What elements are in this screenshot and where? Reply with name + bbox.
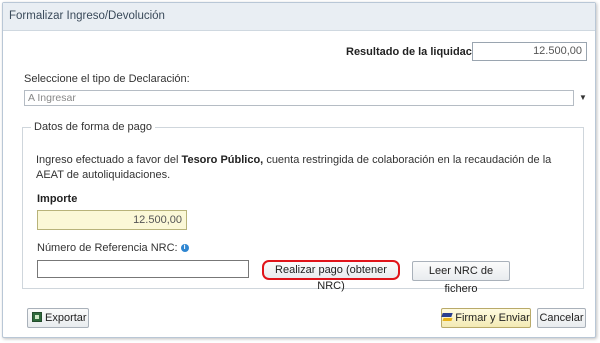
firmar-label: Firmar y Enviar (455, 312, 530, 324)
sign-icon (442, 312, 452, 322)
declaracion-select[interactable]: A Ingresar ▼ (24, 90, 587, 106)
declaracion-label: Seleccione el tipo de Declaración: (24, 73, 190, 85)
firmar-enviar-button[interactable]: Firmar y Enviar (441, 308, 531, 328)
dialog-title: Formalizar Ingreso/Devolución (9, 10, 165, 22)
cancelar-button[interactable]: Cancelar (537, 308, 586, 328)
declaracion-selected-value: A Ingresar (28, 92, 76, 104)
nrc-label-text: Número de Referencia NRC: (37, 242, 178, 254)
info-icon[interactable]: i (180, 244, 189, 253)
datos-pago-legend: Datos de forma de pago (34, 121, 153, 133)
leer-nrc-button[interactable]: Leer NRC de fichero (412, 261, 510, 295)
exportar-button[interactable]: Exportar (27, 308, 89, 328)
importe-label: Importe (37, 193, 78, 205)
exportar-label: Exportar (45, 312, 87, 324)
export-icon (32, 312, 42, 322)
resultado-label: Resultado de la liquidación (346, 46, 489, 58)
realizar-pago-button[interactable]: Realizar pago (obtener NRC) (262, 260, 400, 292)
importe-field: 12.500,00 (37, 210, 187, 230)
nrc-label: Número de Referencia NRC: i (37, 242, 189, 254)
info-bold: Tesoro Público, (181, 154, 264, 166)
info-prefix: Ingreso efectuado a favor del (36, 154, 179, 166)
resultado-field: 12.500,00 (472, 42, 587, 61)
nrc-input[interactable] (37, 260, 249, 278)
dialog-titlebar: Formalizar Ingreso/Devolución (3, 3, 595, 31)
chevron-down-icon[interactable]: ▼ (575, 91, 591, 105)
pago-info-text: Ingreso efectuado a favor del Tesoro Púb… (36, 153, 556, 183)
